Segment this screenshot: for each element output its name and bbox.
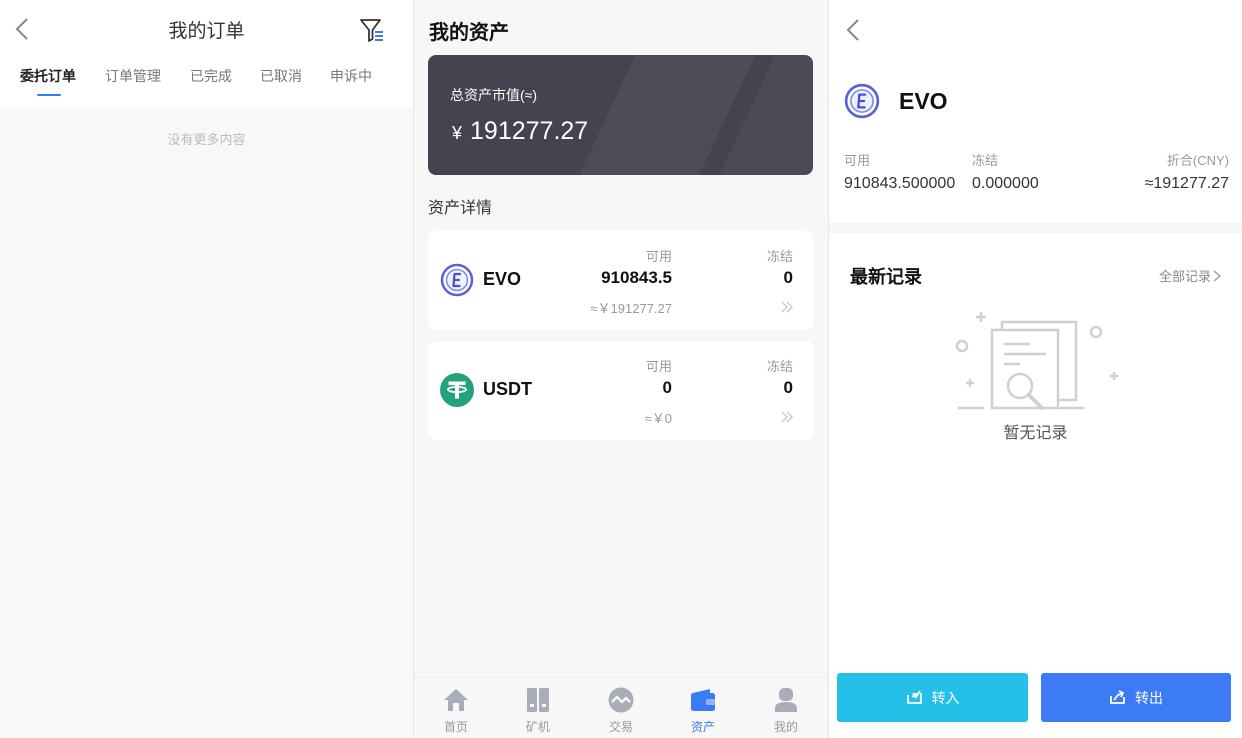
orders-header: 我的订单 委托订单 订单管理 已完成 已取消 申诉中: [0, 0, 413, 108]
cny-value: ≈￥0: [644, 411, 672, 426]
frozen-label: 冻结: [766, 359, 793, 374]
transfer-in-label: 转入: [931, 689, 960, 706]
cny-label: 折合(CNY): [1166, 153, 1229, 168]
tab-assets[interactable]: 资产: [673, 678, 733, 738]
total-assets-card: 总资产市值(≈) ¥191277.27: [428, 55, 813, 175]
asset-card-evo[interactable]: EVO 可用 冻结 910843.5 0 ≈￥191277.27: [428, 231, 814, 330]
trade-icon: [608, 687, 634, 713]
tab-label: 矿机: [525, 720, 550, 734]
page-title: 我的订单: [168, 21, 245, 42]
coin-name: USDT: [483, 379, 532, 399]
total-amount: 191277.27: [470, 117, 589, 145]
all-records-link[interactable]: 全部记录: [1159, 266, 1222, 285]
tab-completed[interactable]: 已完成: [190, 66, 232, 86]
user-icon: [775, 688, 797, 712]
tab-appealing[interactable]: 申诉中: [330, 66, 372, 86]
tab-label: 首页: [443, 720, 468, 734]
asset-details-heading: 资产详情: [428, 200, 493, 217]
cny-value: ≈191277.27: [1144, 175, 1229, 192]
frozen-value: 0: [783, 268, 793, 287]
frozen-value: 0.000000: [972, 175, 1039, 192]
home-icon: [444, 689, 468, 711]
tab-label: 我的: [773, 720, 798, 734]
tab-label: 资产: [690, 720, 715, 734]
frozen-label: 冻结: [766, 249, 793, 264]
frozen-value: 0: [783, 378, 793, 397]
available-value: 910843.5: [601, 268, 672, 287]
bottom-tab-bar: 首页 矿机 交易 资产 我的: [414, 677, 828, 738]
all-records-label: 全部记录: [1158, 269, 1211, 284]
tab-miner[interactable]: 矿机: [508, 678, 568, 738]
miner-icon: [527, 688, 549, 712]
total-assets-label: 总资产市值(≈): [450, 87, 538, 103]
evo-coin-icon: [440, 263, 474, 297]
tab-mine[interactable]: 我的: [756, 678, 816, 738]
wallet-icon: [691, 689, 715, 711]
no-records-illustration-icon: [955, 312, 1118, 410]
active-tab-indicator: [37, 94, 61, 96]
available-value: 910843.500000: [844, 175, 956, 192]
double-chevron-right-icon: [781, 411, 794, 423]
transfer-out-icon: [1110, 689, 1125, 704]
tab-entrusted-orders[interactable]: 委托订单: [20, 66, 76, 86]
asset-card-usdt[interactable]: USDT 可用 冻结 0 0 ≈￥0: [428, 341, 814, 440]
frozen-label: 冻结: [972, 153, 999, 168]
section-separator: [829, 223, 1242, 233]
back-icon[interactable]: [843, 16, 865, 44]
usdt-coin-icon: [440, 373, 474, 407]
coin-name: EVO: [899, 88, 948, 114]
evo-coin-icon: [844, 83, 880, 119]
chevron-right-icon: [1213, 270, 1222, 282]
double-chevron-right-icon: [781, 301, 794, 313]
tab-order-management[interactable]: 订单管理: [105, 66, 161, 86]
transfer-out-button[interactable]: 转出: [1041, 673, 1231, 722]
coin-detail-screen: EVO 可用 冻结 折合(CNY) 910843.500000 0.000000…: [829, 0, 1242, 738]
empty-message: 没有更多内容: [167, 132, 246, 147]
available-value: 0: [662, 378, 672, 397]
transfer-in-icon: [906, 690, 922, 704]
app-root: 我的订单 委托订单 订单管理 已完成 已取消 申诉中 没有更多内容 我的资产 总…: [0, 0, 1242, 738]
order-tabs: 委托订单 订单管理 已完成 已取消 申诉中: [0, 64, 413, 100]
total-assets-value: ¥191277.27: [452, 117, 588, 146]
tab-trade[interactable]: 交易: [591, 678, 651, 738]
cny-value: ≈￥191277.27: [590, 301, 672, 316]
available-label: 可用: [645, 359, 672, 374]
orders-screen: 我的订单 委托订单 订单管理 已完成 已取消 申诉中 没有更多内容: [0, 0, 413, 738]
transfer-out-label: 转出: [1135, 689, 1163, 706]
transfer-in-button[interactable]: 转入: [837, 673, 1028, 722]
no-records-text: 暂无记录: [1003, 425, 1068, 442]
tab-home[interactable]: 首页: [426, 678, 486, 738]
available-label: 可用: [844, 153, 871, 168]
tab-label: 交易: [608, 720, 633, 734]
coin-name: EVO: [483, 269, 522, 289]
assets-screen: 我的资产 总资产市值(≈) ¥191277.27 资产详情 EVO 可用 冻结 …: [414, 0, 828, 738]
latest-records-heading: 最新记录: [850, 267, 922, 287]
tab-cancelled[interactable]: 已取消: [260, 66, 302, 86]
currency-symbol: ¥: [452, 123, 463, 143]
page-title: 我的资产: [429, 22, 509, 44]
filter-icon[interactable]: [358, 16, 386, 44]
available-label: 可用: [645, 249, 672, 264]
